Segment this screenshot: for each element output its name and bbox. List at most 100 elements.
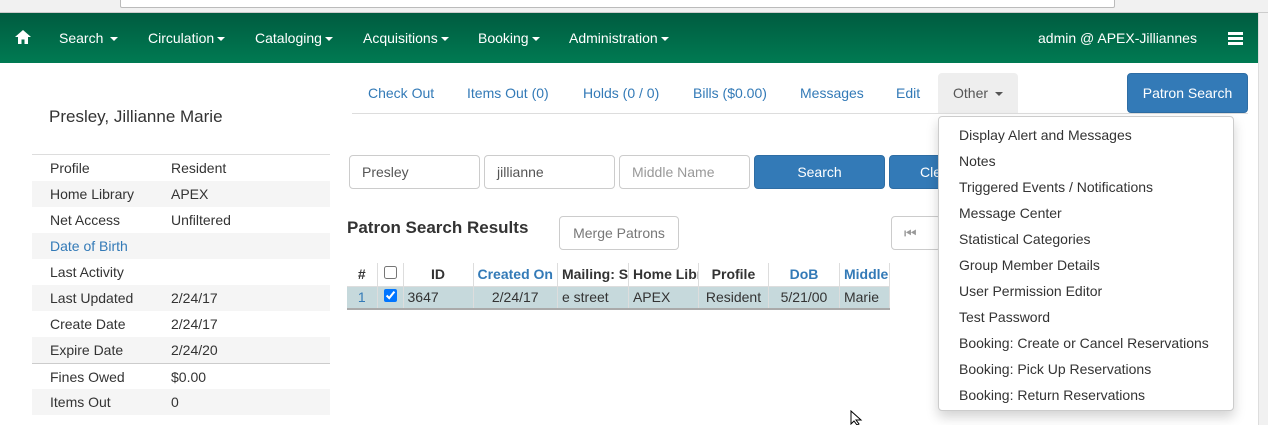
- summary-label: Expire Date: [50, 342, 124, 358]
- col-mailing-street[interactable]: Mailing: Stre: [557, 263, 629, 287]
- summary-label: Home Library: [50, 186, 135, 202]
- top-navbar: Search Circulation Cataloging Acquisitio…: [0, 13, 1258, 63]
- tab-check-out[interactable]: Check Out: [353, 73, 449, 113]
- nav-cataloging[interactable]: Cataloging: [255, 30, 333, 46]
- nav-administration[interactable]: Administration: [569, 30, 669, 46]
- caret-down-icon: [994, 92, 1003, 97]
- summary-value: APEX: [171, 186, 209, 202]
- col-id[interactable]: ID: [403, 263, 474, 287]
- nav-search[interactable]: Search: [59, 30, 119, 46]
- summary-label: Items Out: [50, 394, 111, 410]
- cell-created-on: 2/24/17: [473, 286, 558, 309]
- nav-label: Cataloging: [255, 30, 322, 46]
- tab-messages[interactable]: Messages: [785, 73, 879, 113]
- browser-chrome: [0, 0, 1268, 13]
- menu-item[interactable]: Booking: Pick Up Reservations: [939, 356, 1233, 382]
- row-select: [377, 286, 404, 309]
- select-all-checkbox[interactable]: [383, 266, 397, 280]
- patron-summary: Profile Resident Home Library APEX Net Acces…: [32, 154, 330, 415]
- patron-search-button[interactable]: Patron Search: [1127, 73, 1248, 113]
- col-number: #: [347, 263, 378, 287]
- summary-label: Create Date: [50, 316, 126, 332]
- summary-label[interactable]: Date of Birth: [50, 233, 128, 259]
- list-menu-icon[interactable]: [1228, 32, 1243, 48]
- table-row[interactable]: 1 3647 2/24/17 e street APEX Resident 5/…: [347, 286, 890, 309]
- first-name-input[interactable]: jillianne: [484, 155, 615, 189]
- row-number[interactable]: 1: [347, 286, 378, 309]
- col-dob[interactable]: DoB: [768, 263, 840, 287]
- address-bar[interactable]: [120, 0, 1115, 8]
- summary-row: Fines Owed $0.00: [32, 363, 330, 389]
- summary-value: Unfiltered: [171, 212, 231, 228]
- results-title: Patron Search Results: [347, 218, 529, 237]
- col-profile[interactable]: Profile: [698, 263, 769, 287]
- summary-row: Net Access Unfiltered: [32, 207, 330, 233]
- user-menu[interactable]: admin @ APEX-Jilliannes: [1038, 30, 1197, 46]
- summary-value: 2/24/17: [171, 290, 218, 306]
- caret-down-icon: [531, 37, 540, 42]
- nav-circulation[interactable]: Circulation: [148, 30, 226, 46]
- menu-item[interactable]: Message Center: [939, 200, 1233, 226]
- menu-item[interactable]: Display Alert and Messages: [939, 122, 1233, 148]
- summary-row: Expire Date 2/24/20: [32, 337, 330, 363]
- col-select: [377, 263, 404, 287]
- summary-label: Fines Owed: [50, 369, 125, 385]
- cell-street: e street: [557, 286, 629, 309]
- cell-profile: Resident: [698, 286, 769, 309]
- tab-bills[interactable]: Bills ($0.00): [678, 73, 782, 113]
- caret-down-icon: [324, 37, 333, 42]
- summary-label: Net Access: [50, 212, 121, 228]
- tab-label: Other: [953, 85, 989, 101]
- menu-item[interactable]: Booking: Return Reservations: [939, 382, 1233, 408]
- summary-row: Create Date 2/24/17: [32, 311, 330, 337]
- other-dropdown-menu: Display Alert and Messages Notes Triggered…: [938, 116, 1234, 411]
- middle-name-input[interactable]: Middle Name: [619, 155, 750, 189]
- cell-id: 3647: [403, 286, 474, 309]
- search-button[interactable]: Search: [754, 155, 885, 189]
- summary-value: 2/24/20: [171, 342, 218, 358]
- summary-label: Last Activity: [50, 264, 124, 280]
- summary-value: $0.00: [171, 369, 207, 385]
- tab-items-out[interactable]: Items Out (0): [452, 73, 564, 113]
- tab-other[interactable]: Other: [938, 73, 1018, 113]
- summary-label: Last Updated: [50, 290, 134, 306]
- menu-item[interactable]: Notes: [939, 148, 1233, 174]
- summary-value: 2/24/17: [171, 316, 218, 332]
- row-checkbox[interactable]: [383, 289, 397, 303]
- summary-row: Date of Birth: [32, 233, 330, 259]
- merge-patrons-button[interactable]: Merge Patrons: [559, 216, 679, 250]
- cell-home-library: APEX: [628, 286, 699, 309]
- nav-label: Administration: [569, 30, 658, 46]
- nav-label: Circulation: [148, 30, 215, 46]
- mouse-cursor-icon: [850, 410, 863, 425]
- tab-holds[interactable]: Holds (0 / 0): [568, 73, 674, 113]
- last-name-input[interactable]: Presley: [349, 155, 480, 189]
- caret-down-icon: [110, 37, 119, 42]
- col-created-on[interactable]: Created On: [473, 263, 558, 287]
- first-page-icon[interactable]: ⏮: [891, 216, 941, 250]
- menu-item[interactable]: Statistical Categories: [939, 226, 1233, 252]
- menu-item[interactable]: Triggered Events / Notifications: [939, 174, 1233, 200]
- summary-value: 0: [171, 394, 179, 410]
- patron-name: Presley, Jillianne Marie: [49, 107, 223, 126]
- summary-row: Items Out 0: [32, 389, 330, 415]
- home-icon[interactable]: [14, 28, 32, 49]
- summary-row: Home Library APEX: [32, 181, 330, 207]
- col-middle[interactable]: Middle: [839, 263, 890, 287]
- scrollbar[interactable]: [1258, 13, 1268, 425]
- col-home-library[interactable]: Home Librar: [628, 263, 699, 287]
- menu-item[interactable]: User Permission Editor: [939, 278, 1233, 304]
- nav-label: Booking: [478, 30, 529, 46]
- caret-down-icon: [440, 37, 449, 42]
- menu-item[interactable]: Group Member Details: [939, 252, 1233, 278]
- nav-booking[interactable]: Booking: [478, 30, 540, 46]
- nav-acquisitions[interactable]: Acquisitions: [363, 30, 449, 46]
- caret-down-icon: [660, 37, 669, 42]
- menu-item[interactable]: Booking: Create or Cancel Reservations: [939, 330, 1233, 356]
- summary-row: Last Updated 2/24/17: [32, 285, 330, 311]
- tab-edit[interactable]: Edit: [881, 73, 935, 113]
- cell-dob: 5/21/00: [768, 286, 840, 309]
- summary-label: Profile: [50, 160, 90, 176]
- summary-row: Last Activity: [32, 259, 330, 285]
- menu-item[interactable]: Test Password: [939, 304, 1233, 330]
